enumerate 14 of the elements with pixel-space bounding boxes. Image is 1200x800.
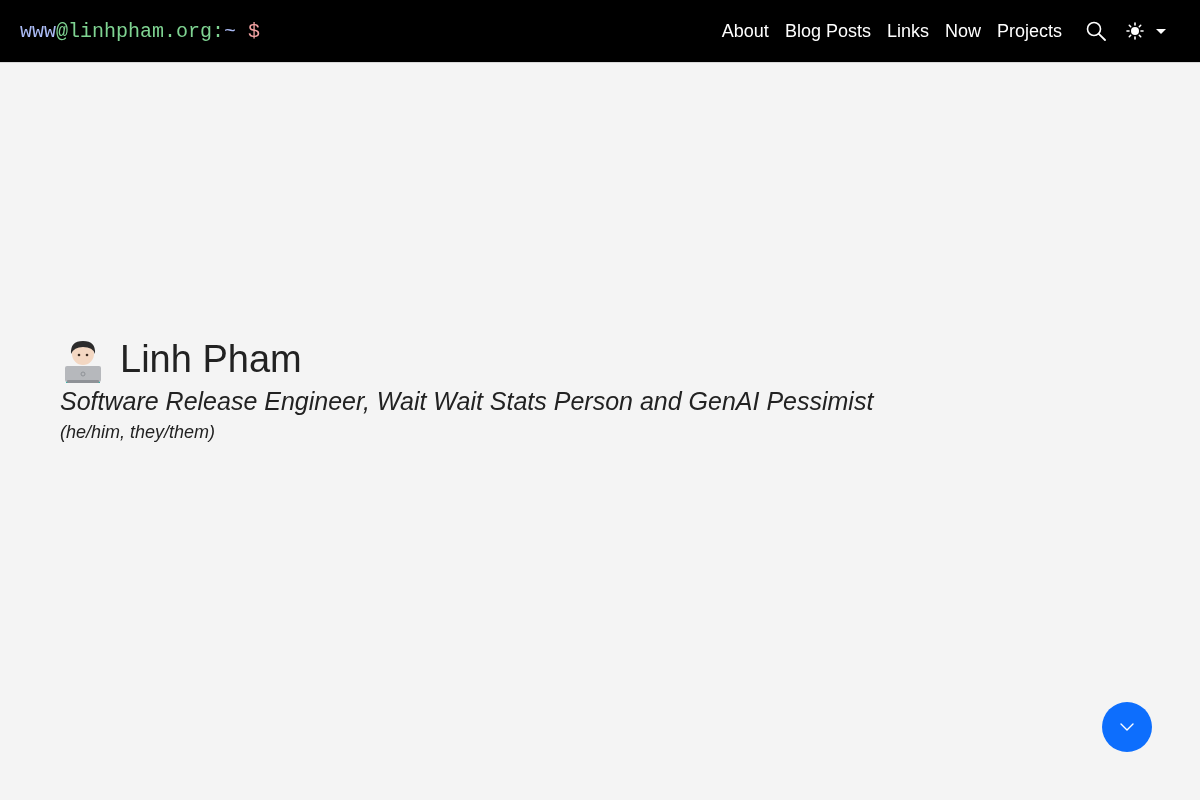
nav-link[interactable]: About [713, 16, 777, 46]
sun-icon [1126, 22, 1144, 40]
nav-link[interactable]: Links [878, 16, 937, 46]
search-icon [1086, 21, 1106, 41]
scroll-down-button[interactable] [1102, 702, 1152, 752]
pronouns-text: (he/him, they/them) [60, 421, 217, 443]
person-name-heading: Linh Pham [120, 337, 302, 383]
tagline-text: Software Release Engineer, Wait Wait Stats Person and GenAI Pessimist [60, 386, 876, 417]
nav-link[interactable]: Blog Posts [776, 16, 879, 46]
chevron-down-icon [1120, 723, 1134, 731]
site-title-link[interactable]: www@linhpham.org:~ $ [20, 19, 261, 43]
nav-link[interactable]: Now [936, 16, 989, 46]
caret-icon [1156, 28, 1166, 34]
nav-link[interactable]: Projects [988, 16, 1070, 46]
